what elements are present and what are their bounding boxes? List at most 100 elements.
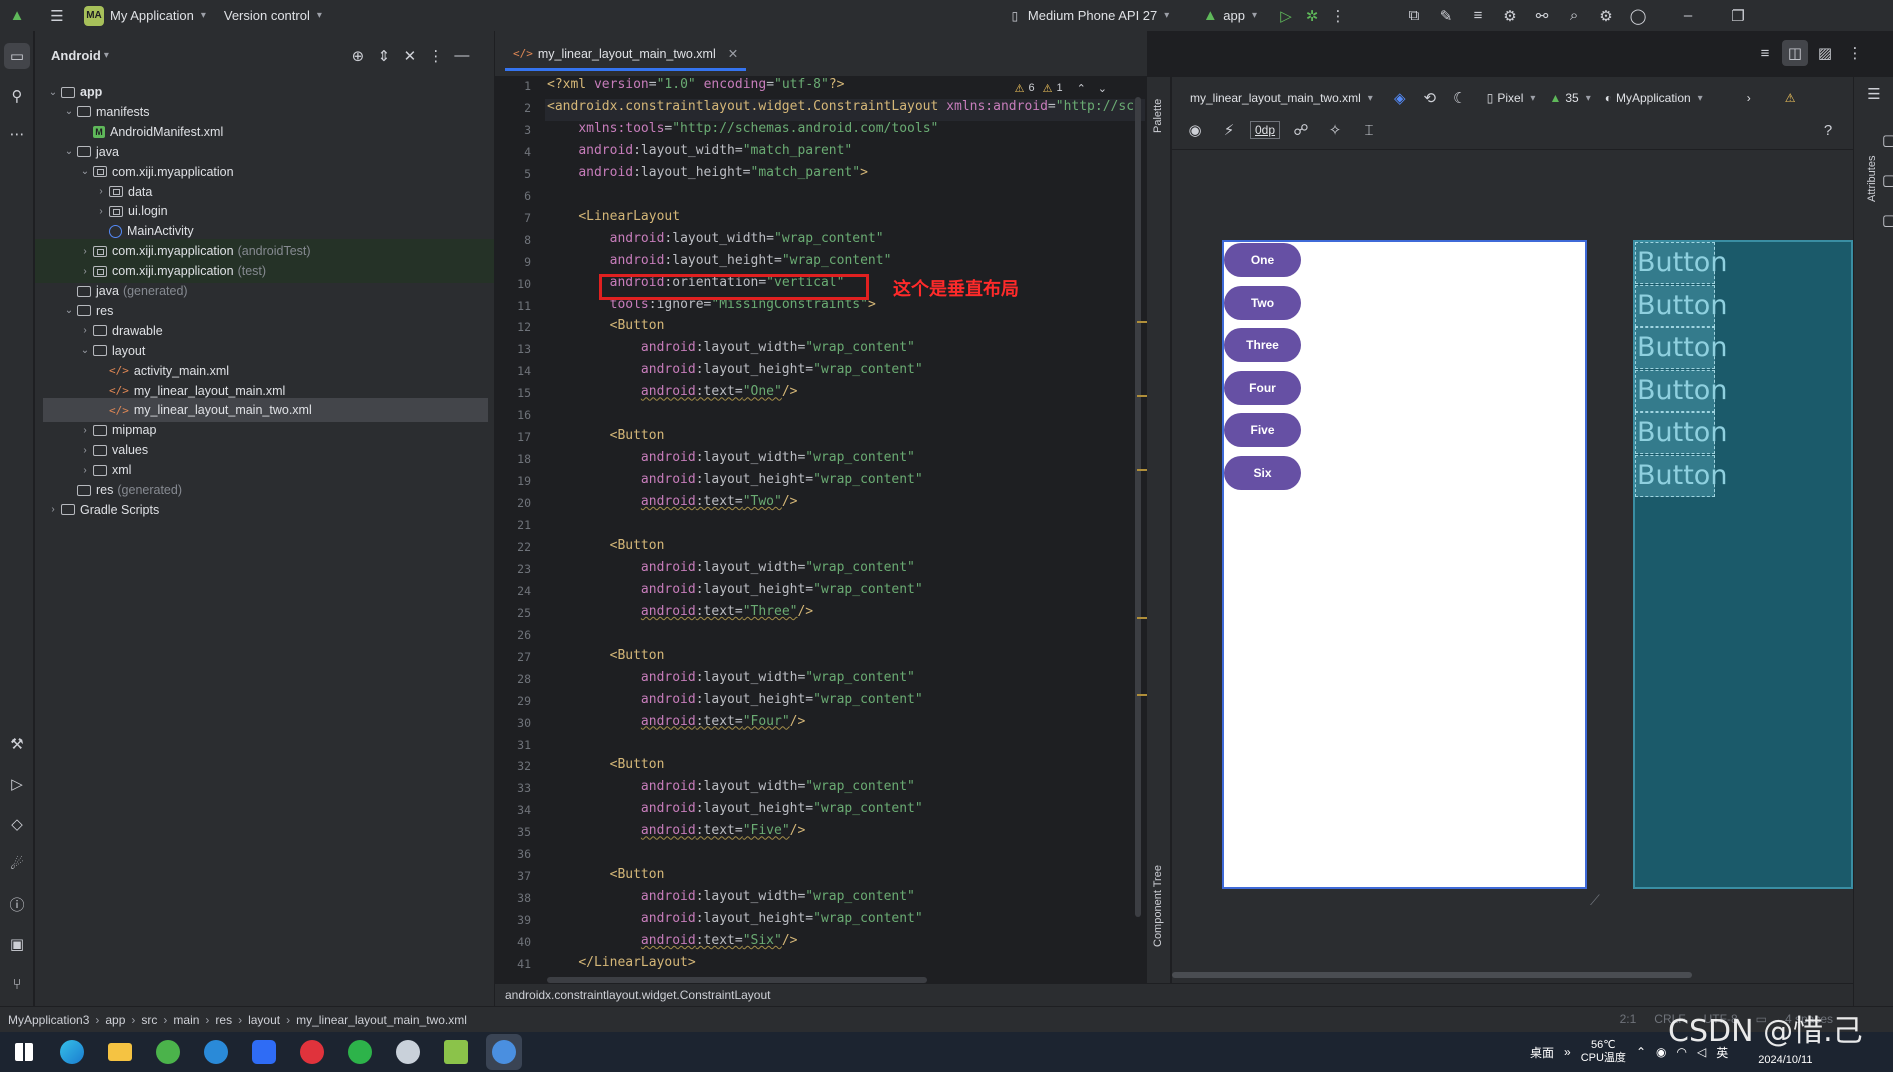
tab-my-linear-layout-main-two[interactable]: </> my_linear_layout_main_two.xml ✕ xyxy=(505,39,747,71)
gradle-icon[interactable]: ⚯ xyxy=(1529,3,1555,29)
palette-tab[interactable]: Palette xyxy=(1152,99,1164,133)
blueprint-button[interactable]: Button xyxy=(1635,369,1727,412)
chevron-right-icon[interactable]: › xyxy=(77,445,93,456)
chevron-right-icon[interactable]: › xyxy=(77,465,93,476)
chevron-right-icon[interactable]: › xyxy=(77,425,93,436)
chevron-down-icon[interactable]: ⌄ xyxy=(77,166,93,177)
resource-manager-icon[interactable]: ⚲ xyxy=(4,83,30,109)
chevron-down-icon[interactable]: ▾ xyxy=(1698,93,1703,104)
minimize-icon[interactable]: – xyxy=(1675,3,1701,29)
chevron-down-icon[interactable]: ⌄ xyxy=(45,87,61,98)
chevron-down-icon[interactable]: ▾ xyxy=(1530,93,1535,104)
terminal-icon[interactable]: ▣ xyxy=(4,931,30,957)
api-picker[interactable]: 35 xyxy=(1565,91,1578,105)
code-view-icon[interactable]: ≡ xyxy=(1752,40,1778,66)
expand-icon[interactable]: ⇕ xyxy=(371,43,397,69)
app-quality-icon[interactable]: ◇ xyxy=(4,811,30,837)
preview-button[interactable]: Six xyxy=(1224,455,1301,490)
debug-icon[interactable]: ✲ xyxy=(1299,3,1325,29)
device-picker[interactable]: Pixel xyxy=(1497,91,1523,105)
chevron-down-icon[interactable]: ⌄ xyxy=(61,146,77,157)
gemini-icon[interactable]: ▢ xyxy=(1876,127,1893,153)
infer-constraints-icon[interactable]: ✧ xyxy=(1322,117,1348,143)
chevron-down-icon[interactable]: ▾ xyxy=(201,10,206,21)
restore-icon[interactable]: ❐ xyxy=(1725,3,1751,29)
chevron-right-icon[interactable]: » xyxy=(1564,1045,1571,1059)
breadcrumb-item[interactable]: MyApplication3 xyxy=(8,1013,89,1027)
chevron-down-icon[interactable]: ⌄ xyxy=(61,106,77,117)
inspect-icon[interactable]: ✎ xyxy=(1433,3,1459,29)
breadcrumb-item[interactable]: src xyxy=(141,1013,157,1027)
design-file-selector[interactable]: my_linear_layout_main_two.xml xyxy=(1190,91,1361,105)
preview-button[interactable]: Two xyxy=(1224,285,1301,320)
feishu-icon[interactable] xyxy=(246,1034,282,1070)
chevron-up-icon[interactable]: ⌃ xyxy=(1077,82,1086,95)
design-view-icon[interactable]: ▨ xyxy=(1812,40,1838,66)
preview-button[interactable]: One xyxy=(1224,243,1301,277)
component-tree-tab[interactable]: Component Tree xyxy=(1152,865,1164,947)
breadcrumb-item[interactable]: main xyxy=(173,1013,199,1027)
emulator-icon[interactable]: ▢ xyxy=(1876,207,1893,233)
main-menu-icon[interactable]: ☰ xyxy=(44,3,70,29)
theme-picker[interactable]: MyApplication xyxy=(1616,91,1691,105)
resize-handle-icon[interactable]: ⟋ xyxy=(1590,892,1600,909)
chevron-down-icon[interactable]: ⌄ xyxy=(1098,82,1107,95)
close-icon[interactable]: ✕ xyxy=(728,46,738,61)
edge-icon[interactable] xyxy=(54,1034,90,1070)
run-panel-icon[interactable]: ▷ xyxy=(4,771,30,797)
project-folder-icon[interactable]: ▭ xyxy=(4,43,30,69)
git-icon[interactable]: ⑂ xyxy=(4,971,30,997)
more-tools-icon[interactable]: ⋯ xyxy=(4,121,30,147)
project-badge[interactable]: MA xyxy=(84,5,104,26)
hide-icon[interactable]: — xyxy=(449,43,475,69)
warning-icon[interactable]: ⚠ xyxy=(1785,91,1796,105)
settings-icon[interactable]: ⚙ xyxy=(1593,3,1619,29)
project-view-selector[interactable]: Android xyxy=(51,48,101,63)
device-selector[interactable]: Medium Phone API 27 xyxy=(1028,8,1157,23)
chevron-up-icon[interactable]: ⌃ xyxy=(1636,1045,1646,1059)
chevron-right-icon[interactable]: › xyxy=(45,504,61,515)
clear-constraints-icon[interactable]: ☍ xyxy=(1288,117,1314,143)
chevron-right-icon[interactable]: › xyxy=(77,246,93,257)
layout-preview[interactable]: One Two Three Four Five Six xyxy=(1222,240,1587,889)
caret-position[interactable]: 2:1 xyxy=(1620,1012,1637,1026)
chevron-right-icon[interactable]: › xyxy=(77,325,93,336)
preview-button[interactable]: Three xyxy=(1224,328,1301,362)
notepad-icon[interactable] xyxy=(438,1034,474,1070)
search-icon[interactable]: ⌕ xyxy=(1561,3,1587,29)
options-icon[interactable]: ⋮ xyxy=(1842,40,1868,66)
split-view-icon[interactable]: ◫ xyxy=(1782,40,1808,66)
project-name[interactable]: My Application xyxy=(110,8,194,23)
chevron-down-icon[interactable]: ▾ xyxy=(1586,93,1591,104)
view-options-icon[interactable]: ◉ xyxy=(1182,117,1208,143)
blueprint-button[interactable]: Button xyxy=(1635,412,1727,454)
chevron-right-icon[interactable]: › xyxy=(93,206,109,217)
version-control-menu[interactable]: Version control xyxy=(224,8,310,23)
build-icon[interactable]: ⚒ xyxy=(4,731,30,757)
blueprint-button[interactable]: Button xyxy=(1635,454,1727,497)
design-scrollbar[interactable] xyxy=(1172,972,1692,978)
design-mode-icon[interactable]: ◈ xyxy=(1387,85,1413,111)
notifications-icon[interactable]: ☰ xyxy=(1861,81,1887,107)
chevron-down-icon[interactable]: ▾ xyxy=(1164,10,1169,21)
chevron-down-icon[interactable]: ▾ xyxy=(1368,93,1373,104)
start-icon[interactable] xyxy=(6,1034,42,1070)
netease-music-icon[interactable] xyxy=(294,1034,330,1070)
ie-icon[interactable] xyxy=(198,1034,234,1070)
code-editor[interactable]: 1 2 3 4 5 6 7 8 9 10 11 12 13 14 15 16 17 18 19 20 21 22 23 24 2… xyxy=(495,77,1149,983)
game-icon[interactable] xyxy=(342,1034,378,1070)
account-icon[interactable]: ◯ xyxy=(1625,3,1651,29)
preview-button[interactable]: Four xyxy=(1224,370,1301,405)
breadcrumb-item[interactable]: app xyxy=(105,1013,125,1027)
chevron-down-icon[interactable]: ⌄ xyxy=(61,305,77,316)
autoconnect-icon[interactable]: ⚡ xyxy=(1216,117,1242,143)
tree-item[interactable]: › Gradle Scripts xyxy=(35,498,494,522)
run-icon[interactable]: ▷ xyxy=(1273,3,1299,29)
problems-icon[interactable]: ⓘ xyxy=(4,891,30,917)
desktop-label[interactable]: 桌面 xyxy=(1530,1044,1554,1061)
app-bird-icon[interactable] xyxy=(390,1034,426,1070)
orientation-icon[interactable]: ⟲ xyxy=(1417,85,1443,111)
chevron-right-icon[interactable]: › xyxy=(1747,91,1751,105)
sdk-icon[interactable]: ⚙ xyxy=(1497,3,1523,29)
inspection-widget[interactable]: ⚠ 6 ⚠ 1 ⌃ ⌄ xyxy=(1015,82,1107,95)
